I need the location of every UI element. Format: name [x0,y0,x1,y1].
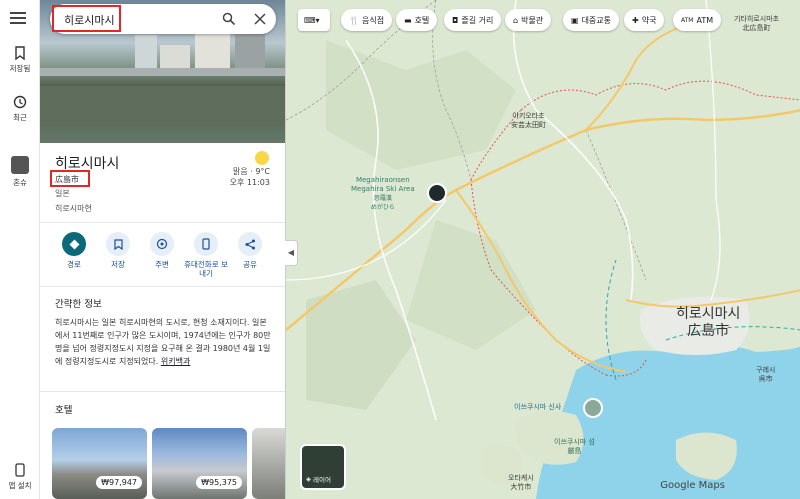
rail-recent[interactable]: 최근 [0,95,40,123]
directions-label: 경로 [67,260,81,269]
layers-label: 레이어 [313,476,331,484]
side-rail: 저장됨 최근 혼슈 앱 설치 [0,0,40,499]
nearby-label: 주변 [155,260,169,269]
collapse-panel-button[interactable]: ◀ [285,240,298,266]
rail-user[interactable]: 혼슈 [0,156,40,188]
transit-icon: ▣ [571,15,579,25]
ski-area-label: Megahiraonsen Megahira Ski Area 恐羅漢 めがひら [351,176,415,211]
nearby-button[interactable]: 주변 [138,232,186,269]
share-icon [245,239,255,249]
wikipedia-link[interactable]: 위키백과 [161,357,190,366]
chip-label: 박물관 [521,15,544,25]
chip-pharmacy[interactable]: ✚ 약국 [624,9,665,31]
chip-label: ATM [696,15,714,25]
atm-icon: ATM [681,16,694,24]
summary-title: 간략한 정보 [55,299,102,310]
chip-label: 음식점 [361,15,385,25]
rail-saved-label: 저장됨 [9,64,31,73]
keyboard-icon[interactable]: ⌨▾ [298,9,330,31]
chip-atm[interactable]: ATM ATM [673,9,722,31]
chevron-left-icon: ◀ [287,248,295,257]
chip-things-to-do[interactable]: ◘ 즐길 거리 [444,9,502,31]
itsukushima-island-label: 이쓰쿠시마 섬 厳島 [554,438,595,455]
bookmark-icon [15,46,25,60]
ski-area-pin[interactable] [427,183,447,203]
pharmacy-icon: ✚ [632,15,639,25]
place-country: 일본 [55,189,70,198]
chip-label: 호텔 [414,15,430,25]
map-graphics [286,0,800,499]
history-icon [13,95,27,109]
chip-hotels[interactable]: ▬ 호텔 [396,9,438,31]
menu-icon[interactable] [10,12,26,24]
action-row: 경로 저장 주변 휴대전화로 보내기 공유 [40,232,285,282]
layers-icon: ◈ [306,475,311,483]
place-panel: 히로시마시 히로시마시 広島市 일본 히로시마현 맑음 · 9°C 오후 11:… [40,0,285,499]
share-label: 공유 [243,260,257,269]
hotels-title: 호텔 [55,405,73,416]
rail-user-label: 혼슈 [13,178,27,187]
save-button[interactable]: 저장 [94,232,142,269]
camera-icon: ◘ [452,15,459,25]
phone-icon [15,463,25,477]
weather-line1: 맑음 · 9°C [232,167,270,176]
chip-label: 대중교통 [581,15,612,25]
save-label: 저장 [111,260,125,269]
directions-button[interactable]: 경로 [50,232,98,269]
otake-label: 오타케시 大竹市 [508,474,534,491]
itsukushima-pin[interactable] [583,398,603,418]
fork-icon: 🍴 [349,15,359,25]
itsukushima-shrine-label: 이쓰쿠시마 신사 [514,403,562,411]
bookmark-icon [113,238,123,250]
place-region: 히로시마현 [55,204,92,213]
chip-label: 즐길 거리 [461,15,494,25]
akiota-label: 아키오타초 安芸太田町 [511,112,546,129]
highlight-search [52,5,121,32]
rail-recent-label: 최근 [13,113,27,122]
sun-icon [255,151,269,165]
summary-text: 히로시마시는 일본 히로시마현의 도시로, 현청 소재지이다. 일본에서 11번… [55,316,273,368]
directions-icon [69,239,79,249]
weather-info: 맑음 · 9°C 오후 11:03 [230,166,270,188]
museum-icon: ⌂ [513,15,519,25]
hotel-price: ₩95,375 [196,476,242,489]
hotel-card[interactable]: ₩95,375 [152,428,247,499]
kure-label: 구레시 呉市 [756,366,776,383]
hotel-card[interactable]: ₩97,947 [52,428,147,499]
map-canvas[interactable]: ⌨▾ 🍴 음식점 ▬ 호텔 ◘ 즐길 거리 ⌂ 박물관 ▣ 대중교통 ✚ 약국 ATM ATM… [285,0,800,499]
bed-icon: ▬ [404,15,412,25]
chip-restaurants[interactable]: 🍴 음식점 [341,9,393,31]
rail-app-install-label: 앱 설치 [8,481,32,490]
share-button[interactable]: 공유 [226,232,274,269]
avatar [11,156,29,174]
hotel-price: ₩97,947 [96,476,142,489]
highlight-native-name [50,170,90,187]
send-to-phone-button[interactable]: 휴대전화로 보내기 [182,232,230,278]
phone-icon [202,238,210,250]
close-icon[interactable] [254,13,266,25]
search-icon[interactable] [222,12,236,26]
kitahiroshima-label: 기타히로시마초 北広島町 [734,15,780,32]
rail-saved[interactable]: 저장됨 [0,46,40,74]
nearby-icon [156,238,168,250]
google-maps-attribution: Google Maps [660,480,725,491]
city-label: 히로시마시 広島市 [676,306,741,339]
hotel-card[interactable] [252,428,285,499]
chip-transit[interactable]: ▣ 대중교통 [563,9,620,31]
send-to-phone-label: 휴대전화로 보내기 [184,260,228,278]
rail-app-install[interactable]: 앱 설치 [0,463,40,491]
chip-museums[interactable]: ⌂ 박물관 [505,9,552,31]
layers-button[interactable]: ◈ 레이어 [300,444,346,490]
weather-line2: 오후 11:03 [229,178,270,187]
chip-label: 약국 [641,15,657,25]
